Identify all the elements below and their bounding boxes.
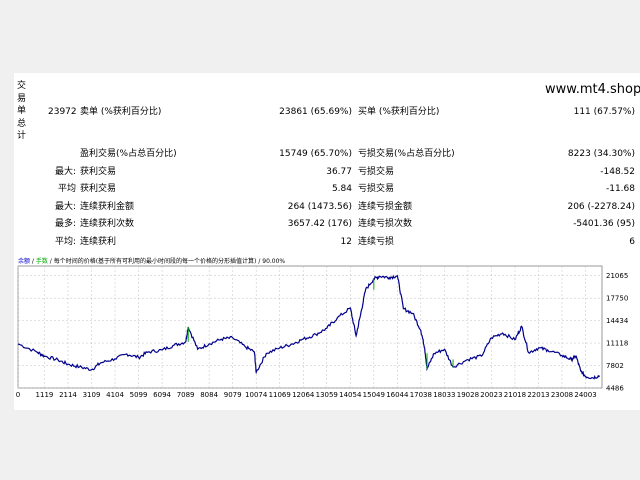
average-loss-label: 亏损交易 <box>358 184 395 194</box>
side-char: 易 <box>17 93 27 104</box>
chart-legend-header: 余额 / 手数 / 每个时间的价格(基于所有可利用的最小时间段的每一个价格的分形… <box>18 256 285 265</box>
x-tick-label: 21018 <box>504 391 526 399</box>
x-tick-label: 13059 <box>316 391 338 399</box>
y-tick-label: 14434 <box>606 317 629 325</box>
x-tick-label: 9079 <box>224 391 242 399</box>
x-tick-label: 2114 <box>59 391 77 399</box>
side-char: 单 <box>17 106 27 116</box>
legend-lots: 手数 <box>35 258 48 265</box>
x-tick-label: 12064 <box>292 391 315 399</box>
total-trades-value: 23972 <box>48 107 77 117</box>
largest-prefix: 最大: <box>54 167 76 177</box>
x-tick-label: 14054 <box>339 391 362 399</box>
largest-loss-label: 亏损交易 <box>358 167 395 177</box>
side-char: 计 <box>17 131 27 141</box>
y-tick-label: 21065 <box>606 272 628 280</box>
x-tick-label: 15049 <box>363 391 385 399</box>
plot-frame <box>17 265 603 389</box>
avg-prefix: 平均: <box>54 237 76 247</box>
x-tick-label: 19028 <box>457 391 479 399</box>
max-consec-wins-value: 264 (1473.56) <box>287 202 352 212</box>
avg-consec-losses-label: 连续亏损 <box>358 237 395 247</box>
legend-balance: 余额 <box>18 258 31 265</box>
x-tick-label: 22013 <box>527 391 549 399</box>
x-tick-label: 8084 <box>200 391 218 399</box>
side-char: 总 <box>17 118 27 129</box>
x-tick-label: 20023 <box>480 391 502 399</box>
profit-trades-label: 盈利交易(%占总百分比) <box>80 149 177 159</box>
loss-trades-value: 8223 (34.30%) <box>567 149 635 159</box>
x-tick-label: 1119 <box>36 391 54 399</box>
max-consec-losses-label: 连续亏损金额 <box>358 202 413 212</box>
profit-trades-value: 15749 (65.70%) <box>279 149 352 159</box>
largest-profit-label: 获利交易 <box>80 167 117 177</box>
y-tick-label: 4486 <box>606 385 624 393</box>
x-tick-label: 11069 <box>269 391 291 399</box>
x-tick-label: 24003 <box>574 391 596 399</box>
balance-chart: 21065 17750 14434 11118 7802 4486 0 1119 2114 310… <box>16 254 640 402</box>
legend-modelling: 每个时间的价格(基于所有可利用的最小时间段的每一个价格的分形插值计算) <box>53 258 257 265</box>
balance-chart-svg: 21065 17750 14434 11118 7802 4486 0 1119 2114 310… <box>16 265 629 399</box>
max-consec-losses-value: 206 (-2278.24) <box>567 202 635 212</box>
long-positions-label: 买单 (%获利百分比) <box>358 107 440 117</box>
y-tick-label: 11118 <box>606 340 628 348</box>
avg-consec-wins-label: 连续获利 <box>80 237 117 247</box>
site-watermark: www.mt4.shop <box>545 82 640 97</box>
x-tick-label: 17038 <box>410 391 432 399</box>
max-consec-wins-label: 连续获利金额 <box>80 202 135 212</box>
avg-consec-losses-value: 6 <box>629 237 635 247</box>
y-tick-label: 17750 <box>606 295 628 303</box>
loss-trades-label: 亏损交易(%占总百分比) <box>358 149 455 159</box>
short-positions-label: 卖单 (%获利百分比) <box>80 107 162 117</box>
x-tick-label: 16044 <box>386 391 409 399</box>
side-char: 交 <box>17 81 27 91</box>
x-tick-label: 0 <box>16 391 20 399</box>
maximal-consec-profit-label: 连续获利次数 <box>80 219 135 229</box>
maximal-consec-loss-label: 连续亏损次数 <box>358 219 413 229</box>
average-loss-value: -11.68 <box>605 184 635 194</box>
max-prefix: 最大: <box>54 202 76 212</box>
trades-summary-vertical-label: 交 易 单 总 计 <box>17 80 29 143</box>
avg-consec-wins-value: 12 <box>340 237 352 247</box>
largest-profit-value: 36.77 <box>326 167 352 177</box>
average-profit-value: 5.84 <box>331 184 352 194</box>
maximal-consec-profit-value: 3657.42 (176) <box>287 219 352 229</box>
x-tick-label: 5099 <box>130 391 148 399</box>
long-positions-value: 111 (67.57%) <box>573 107 635 117</box>
y-tick-label: 7802 <box>606 362 624 370</box>
maximal-consec-loss-value: -5401.36 (95) <box>573 219 635 229</box>
x-tick-label: 3109 <box>83 391 101 399</box>
x-tick-label: 23008 <box>551 391 573 399</box>
largest-loss-value: -148.52 <box>600 167 635 177</box>
x-tick-label: 6094 <box>153 391 171 399</box>
legend-quality: 90.00% <box>262 258 286 265</box>
average-profit-label: 获利交易 <box>80 184 117 194</box>
x-tick-label: 10074 <box>245 391 268 399</box>
short-positions-value: 23861 (65.69%) <box>279 107 352 117</box>
maximal-prefix: 最多: <box>54 219 76 229</box>
x-tick-label: 7089 <box>177 391 195 399</box>
x-tick-label: 4104 <box>106 391 124 399</box>
average-prefix: 平均 <box>57 184 76 194</box>
x-tick-label: 18033 <box>433 391 455 399</box>
